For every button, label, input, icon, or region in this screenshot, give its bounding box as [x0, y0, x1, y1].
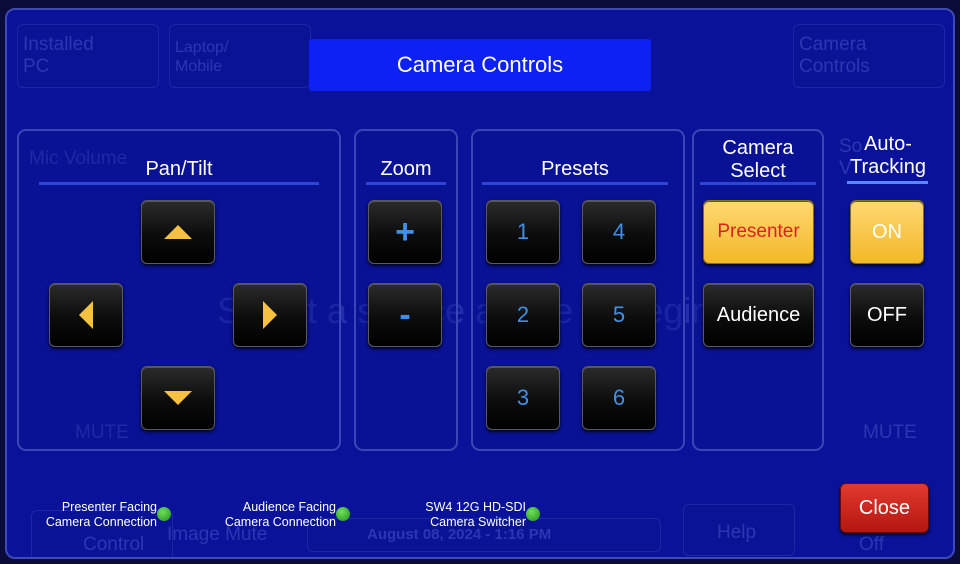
auto-tracking-underline	[847, 181, 928, 184]
pan-tilt-title: Pan/Tilt	[145, 158, 213, 180]
audience-status-line1: Audience Facing	[242, 500, 336, 514]
auto-tracking-title-line2: Tracking	[850, 156, 926, 178]
bg-installed-pc-label: Installed PC	[23, 34, 94, 77]
arrow-down-icon	[164, 391, 192, 405]
pan-right-button[interactable]	[233, 283, 307, 347]
auto-tracking-off-button[interactable]: OFF	[850, 283, 924, 347]
preset-6-button[interactable]: 6	[582, 366, 656, 430]
zoom-title: Zoom	[380, 158, 432, 180]
audience-camera-button[interactable]: Audience	[703, 283, 814, 347]
auto-tracking-title-line1: Auto-	[864, 133, 912, 155]
page-title: Camera Controls	[309, 39, 651, 91]
preset-3-button[interactable]: 3	[486, 366, 560, 430]
preset-4-button[interactable]: 4	[582, 200, 656, 264]
bg-control-label: Control	[83, 534, 145, 555]
zoom-in-button[interactable]: +	[368, 200, 442, 264]
camera-select-underline	[700, 182, 816, 185]
tilt-down-button[interactable]	[141, 366, 215, 430]
preset-1-button[interactable]: 1	[486, 200, 560, 264]
audience-status-led-icon	[336, 507, 350, 521]
switcher-status: SW4 12G HD-SDI Camera Switcher	[400, 500, 526, 530]
bg-off-label: Off	[859, 534, 884, 555]
zoom-out-button[interactable]: -	[368, 283, 442, 347]
preset-5-button[interactable]: 5	[582, 283, 656, 347]
presenter-status-led-icon	[157, 507, 171, 521]
auto-tracking-on-button[interactable]: ON	[850, 200, 924, 264]
pan-tilt-underline	[39, 182, 319, 185]
arrow-left-icon	[79, 301, 93, 329]
preset-2-button[interactable]: 2	[486, 283, 560, 347]
bg-camera-controls-label: Camera Controls	[799, 34, 870, 77]
bg-laptop-label: Laptop/ Mobile	[175, 39, 229, 75]
zoom-out-label: -	[399, 295, 411, 334]
presenter-camera-status: Presenter Facing Camera Connection	[30, 500, 157, 530]
presenter-status-line2: Camera Connection	[45, 515, 157, 529]
arrow-up-icon	[164, 225, 192, 239]
zoom-in-label: +	[395, 212, 415, 251]
pan-left-button[interactable]	[49, 283, 123, 347]
switcher-status-line2: Camera Switcher	[430, 515, 526, 529]
bg-help-label: Help	[717, 522, 757, 543]
camera-select-title-line2: Select	[730, 160, 786, 182]
zoom-underline	[366, 182, 446, 185]
tilt-up-button[interactable]	[141, 200, 215, 264]
presets-underline	[482, 182, 668, 185]
close-button[interactable]: Close	[840, 483, 929, 533]
presenter-status-line1: Presenter Facing	[61, 500, 157, 514]
camera-select-title-line1: Camera	[722, 137, 794, 159]
arrow-right-icon	[263, 301, 277, 329]
audience-status-line2: Camera Connection	[224, 515, 336, 529]
switcher-status-line1: SW4 12G HD-SDI	[425, 500, 526, 514]
switcher-status-led-icon	[526, 507, 540, 521]
presenter-camera-button[interactable]: Presenter	[703, 200, 814, 264]
bg-mute-right-label: MUTE	[863, 422, 917, 443]
presets-title: Presets	[541, 158, 609, 180]
audience-camera-status: Audience Facing Camera Connection	[200, 500, 336, 530]
